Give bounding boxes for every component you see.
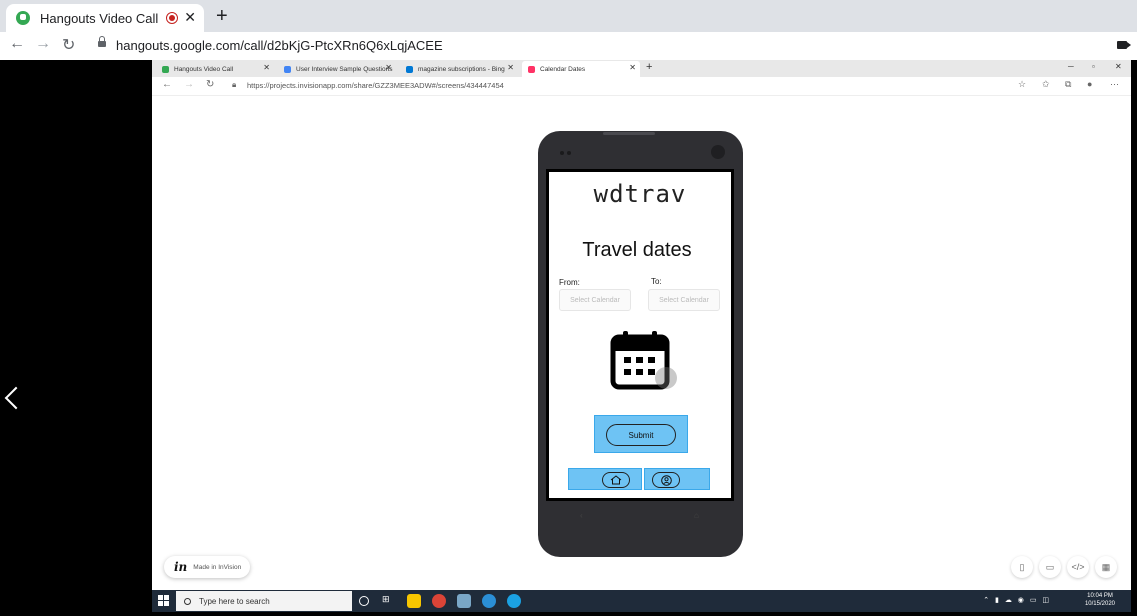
system-tray-icons[interactable]: ⌃ ▮ ☁ ◉ ▭ ◫	[983, 596, 1051, 604]
profile-icon[interactable]: ●	[1087, 79, 1092, 89]
app-icon[interactable]	[457, 594, 471, 608]
restore-icon[interactable]: ▫	[1092, 62, 1095, 71]
forward-icon[interactable]: →	[35, 35, 51, 53]
page-title: Travel dates	[582, 239, 692, 261]
favorites-icon[interactable]: ✩	[1042, 79, 1050, 90]
to-date-field[interactable]: Select Calendar	[648, 289, 720, 311]
task-view-icon[interactable]: ⊞	[382, 594, 396, 608]
search-icon	[184, 597, 191, 605]
back-icon[interactable]: ←	[9, 35, 25, 53]
phone-mockup: wdtrav Travel dates From: To: Select Cal…	[538, 131, 743, 557]
grid-icon[interactable]: ▦	[1095, 556, 1117, 578]
close-tab-icon[interactable]: ✕	[263, 63, 270, 72]
outer-tab-bar: Hangouts Video Call ✕ +	[0, 0, 1137, 32]
reload-icon[interactable]: ↻	[206, 79, 214, 90]
app-brand: wdtrav	[593, 180, 687, 208]
inner-tab-bing[interactable]: magazine subscriptions - Bing ✕	[400, 61, 518, 77]
inner-tab-label: User Interview Sample Questions	[296, 65, 393, 73]
close-tab-icon[interactable]: ✕	[385, 63, 392, 72]
outer-address-bar[interactable]: hangouts.google.com/call/d2bKjG-PtcXRn6Q…	[116, 38, 443, 53]
outer-tab-title: Hangouts Video Call	[40, 10, 159, 26]
clock-date: 10/15/2020	[1084, 601, 1115, 607]
inner-tab-interview[interactable]: User Interview Sample Questions ✕	[278, 61, 396, 77]
close-tab-icon[interactable]: ✕	[184, 9, 196, 26]
made-in-invision-label: Made in InVision	[193, 563, 242, 571]
phone-sensor	[560, 151, 572, 155]
recording-icon	[166, 12, 178, 24]
edge-beta-icon[interactable]	[507, 594, 521, 608]
home-hotspot[interactable]	[568, 468, 642, 490]
docs-icon	[284, 65, 291, 73]
phone-speaker	[603, 132, 655, 135]
inner-tab-calendar[interactable]: Calendar Dates ✕	[522, 61, 640, 77]
collections-icon[interactable]: ⧉	[1065, 79, 1071, 90]
taskbar-search[interactable]: Type here to search	[176, 591, 352, 611]
hangouts-icon	[162, 65, 169, 73]
hangouts-icon	[16, 11, 30, 25]
inner-address-bar[interactable]: https://projects.invisionapp.com/share/G…	[247, 81, 504, 90]
from-label: From:	[559, 278, 580, 287]
phone-camera	[711, 145, 725, 159]
new-tab-button[interactable]: +	[216, 5, 228, 28]
from-date-field[interactable]: Select Calendar	[559, 289, 631, 311]
invision-icon	[528, 65, 535, 73]
more-icon[interactable]: ⋯	[1110, 79, 1119, 90]
lock-icon: 🔒︎	[232, 80, 237, 89]
inner-tab-label: Calendar Dates	[540, 65, 586, 73]
inner-tab-bar: Hangouts Video Call ✕ User Interview Sam…	[152, 60, 1131, 77]
close-tab-icon[interactable]: ✕	[629, 63, 636, 72]
profile-button[interactable]	[652, 472, 680, 488]
comment-icon[interactable]: ▭	[1039, 556, 1061, 578]
shared-screen: Hangouts Video Call ✕ User Interview Sam…	[152, 60, 1131, 590]
home-icon	[610, 475, 622, 485]
video-side-panel	[0, 60, 152, 590]
windows-taskbar: Type here to search ⊞ ⌃ ▮ ☁ ◉ ▭ ◫ 10:04 …	[152, 590, 1131, 612]
user-icon	[660, 474, 672, 486]
cortana-icon[interactable]	[359, 596, 369, 606]
phone-screen: wdtrav Travel dates From: To: Select Cal…	[546, 169, 734, 501]
inner-toolbar: ← → ↻ 🔒︎ https://projects.invisionapp.co…	[152, 77, 1131, 96]
chevron-left-icon[interactable]	[4, 386, 28, 410]
lock-icon	[98, 36, 106, 47]
home-button[interactable]	[602, 472, 630, 488]
home-softkey-icon: ⌂	[694, 511, 699, 520]
kakao-icon[interactable]	[407, 594, 421, 608]
outer-toolbar: ← → ↻ hangouts.google.com/call/d2bKjG-Pt…	[0, 32, 1137, 60]
cursor-indicator	[655, 367, 677, 389]
inner-tab-hangouts[interactable]: Hangouts Video Call ✕	[156, 61, 274, 77]
invision-badge[interactable]: in Made in InVision	[164, 556, 250, 578]
code-icon[interactable]: </>	[1067, 556, 1089, 578]
clock-time: 10:04 PM	[1087, 593, 1113, 599]
new-tab-button[interactable]: +	[646, 61, 652, 73]
bottom-strip	[0, 612, 1137, 616]
edge-icon[interactable]	[482, 594, 496, 608]
profile-hotspot[interactable]	[644, 468, 710, 490]
minimize-icon[interactable]: ─	[1068, 62, 1074, 71]
close-window-icon[interactable]: ✕	[1115, 62, 1122, 71]
back-softkey-icon: ‹	[580, 511, 583, 520]
phone-softkeys: ‹ ⌂	[538, 511, 743, 525]
chrome-icon[interactable]	[432, 594, 446, 608]
to-label: To:	[651, 277, 662, 286]
clock[interactable]: 10:04 PM 10/15/2020	[1085, 592, 1115, 608]
camera-icon[interactable]	[1117, 41, 1131, 49]
submit-hotspot[interactable]: Submit	[594, 415, 688, 453]
submit-button[interactable]: Submit	[606, 424, 676, 446]
inner-tab-label: Hangouts Video Call	[174, 65, 234, 73]
search-placeholder: Type here to search	[199, 596, 270, 606]
star-icon[interactable]: ☆	[1018, 79, 1026, 90]
outer-tab-hangouts[interactable]: Hangouts Video Call ✕	[6, 4, 204, 32]
windows-start-icon[interactable]	[158, 595, 169, 606]
close-tab-icon[interactable]: ✕	[507, 63, 514, 72]
reload-icon[interactable]: ↻	[62, 35, 75, 55]
back-icon[interactable]: ←	[162, 79, 172, 90]
invision-logo: in	[174, 560, 188, 574]
bing-icon	[406, 65, 413, 73]
inner-tab-label: magazine subscriptions - Bing	[418, 65, 505, 73]
forward-icon[interactable]: →	[184, 79, 194, 90]
device-icon[interactable]: ▯	[1011, 556, 1033, 578]
